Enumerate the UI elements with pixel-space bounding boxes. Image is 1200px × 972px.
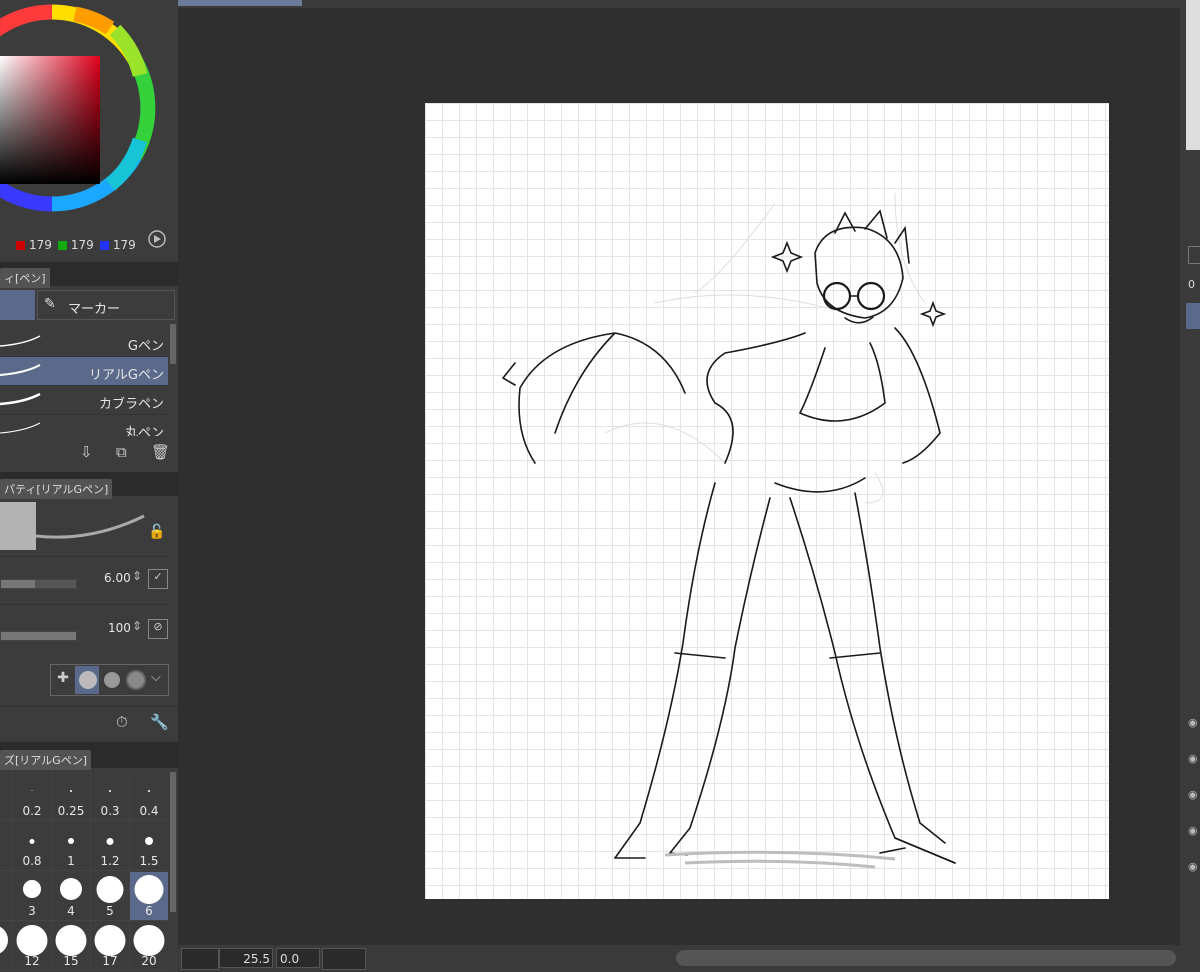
size-cell[interactable]: 20 [130,922,168,971]
red-value: 179 [29,238,52,252]
eye-icon[interactable]: ◉ [1188,716,1198,729]
size-cell[interactable]: 17 [91,922,130,971]
trash-icon[interactable]: 🗑 [151,443,170,461]
lock-icon[interactable]: 🔓 [148,524,165,540]
duplicate-icon[interactable]: ⧉ [116,443,127,461]
brush-item[interactable]: 丸ペン [0,415,168,436]
brush-item[interactable]: Gペン [0,328,168,357]
size-value[interactable]: 6.00 [104,571,131,585]
brushsize-tab[interactable]: ズ[リアルGペン] [0,750,91,770]
size-cell[interactable]: 12 [13,922,52,971]
size-cell[interactable]: 5 [0,872,13,921]
character-sketch [502,192,956,869]
subtool-tab[interactable]: ィ[ペン] [0,268,50,288]
size-cell[interactable]: 15 [52,922,91,971]
timer-icon[interactable]: ⏱ [116,713,128,731]
opacity-slider[interactable] [0,631,77,641]
eye-icon[interactable]: ◉ [1188,788,1198,801]
size-cell[interactable]: 1 [52,822,91,871]
blue-value: 179 [112,238,136,252]
size-cell[interactable]: 0 [0,922,13,971]
disabled-icon[interactable]: ⊘ [148,619,168,639]
brush-item-label: リアルGペン [89,368,164,383]
group-marker-button[interactable]: ✎ マーカー [37,290,175,320]
opacity-row: 100 ⇕ ⊘ [0,604,170,651]
red-swatch-icon [16,240,25,250]
spin-icon[interactable]: ⇕ [132,619,142,633]
size-cell[interactable]: 1.2 [91,822,130,871]
horizontal-scrollbar[interactable] [676,950,1176,966]
pressure-icon[interactable]: ✓ [148,569,168,589]
brush-item-selected[interactable]: リアルGペン [0,357,168,386]
chevron-down-icon[interactable]: ⌵ [151,670,161,685]
right-value: 0 [1188,278,1195,291]
rotation-slider[interactable] [322,948,366,970]
property-actions: ⏱ 🔧 [0,706,178,737]
wrench-icon[interactable]: 🔧 [150,713,169,731]
size-cell[interactable]: 0.4 [130,772,168,821]
subtool-actions: ⇩ ⧉ 🗑 [0,440,178,466]
rgb-readout: 179 179 179 [16,238,136,252]
color-wheel-panel: 179 179 179 [0,0,178,262]
drawing-canvas[interactable] [425,103,1109,899]
size-cell[interactable]: 0.25 [52,772,91,821]
color-wheel[interactable] [0,0,178,262]
size-cell[interactable]: 0.2 [13,772,52,821]
navigator-thumb[interactable] [181,948,219,970]
size-cell[interactable]: 5 [91,872,130,921]
size-cell-selected[interactable]: 6 [130,872,168,921]
aa-medium-icon[interactable] [104,672,120,688]
brush-item-label: Gペン [127,339,164,354]
green-value: 179 [70,238,94,252]
size-grid-scrollbar[interactable] [170,772,176,912]
green-swatch-icon [57,240,67,250]
eye-icon[interactable]: ◉ [1188,752,1198,765]
brush-list: Gペン リアルGペン カブラペン 丸ペン [0,324,168,436]
size-cell[interactable]: 7 [0,822,13,871]
document-tab-bar [178,0,1180,8]
blue-swatch-icon [99,240,109,250]
rotation-field[interactable]: 0.0 [276,948,320,968]
marker-label: マーカー [68,302,121,317]
zoom-field[interactable]: 25.5 [219,948,273,968]
document-tab[interactable] [178,0,302,6]
brush-size-grid: 5 0.2 0.25 0.3 0.4 7 0.8 1 1.2 1.5 5 3 4… [0,772,168,972]
group-pen-button[interactable] [0,290,35,320]
import-icon[interactable]: ⇩ [80,443,93,461]
brush-list-scrollbar[interactable] [170,324,176,364]
opacity-value[interactable]: 100 [108,621,131,635]
right-tab-selected[interactable] [1186,303,1200,329]
layer-box[interactable] [1188,246,1200,264]
size-slider[interactable] [0,579,77,589]
antialias-selector[interactable]: ✚ ⌵ [50,664,169,696]
right-panel: 0 ◉ ◉ ◉ ◉ ◉ [1180,0,1200,972]
size-cell[interactable]: 1.5 [130,822,168,871]
aa-none-icon[interactable]: ✚ [53,670,73,690]
size-cell[interactable]: 0.3 [91,772,130,821]
aa-strong-icon[interactable] [128,672,144,688]
brush-preview-color [0,502,36,550]
eye-icon[interactable]: ◉ [1188,860,1198,873]
size-cell[interactable]: 3 [13,872,52,921]
size-cell[interactable]: 5 [0,772,13,821]
size-cell[interactable]: 0.8 [13,822,52,871]
size-cell[interactable]: 4 [52,872,91,921]
eye-icon[interactable]: ◉ [1188,824,1198,837]
marker-icon: ✎ [44,296,56,312]
brush-item-label: 丸ペン [124,426,164,436]
property-tab[interactable]: パティ[リアルGペン] [0,479,113,499]
brush-item[interactable]: カブラペン [0,386,168,415]
size-row: 6.00 ⇕ ✓ [0,556,170,603]
brush-stroke-preview [36,514,145,539]
brush-item-label: カブラペン [98,397,164,412]
spin-icon[interactable]: ⇕ [132,569,142,583]
navigator-preview [1186,0,1200,150]
